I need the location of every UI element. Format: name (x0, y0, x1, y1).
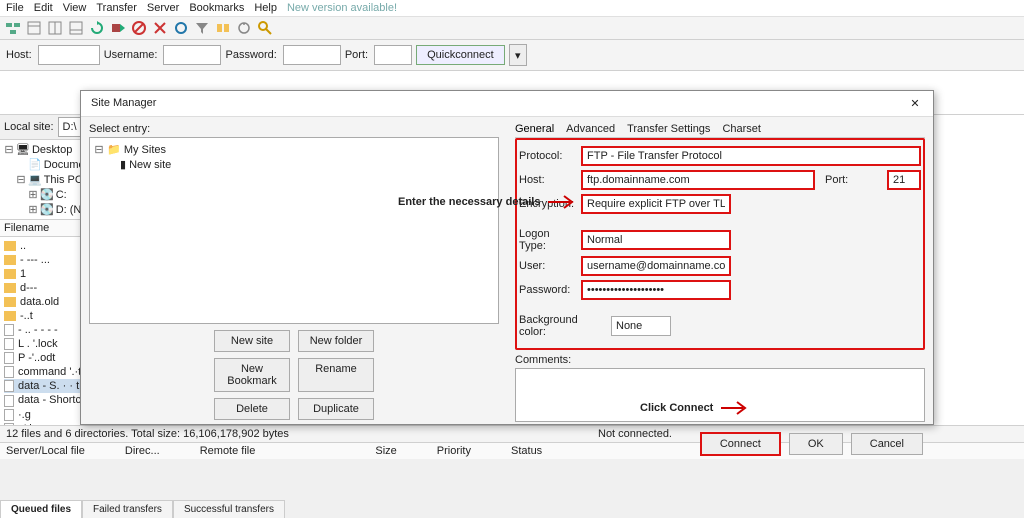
toggle-log-icon[interactable] (25, 19, 43, 37)
host-input[interactable] (38, 45, 100, 65)
sm-password-input[interactable] (581, 280, 731, 300)
host-label: Host: (6, 49, 32, 61)
cancel-icon[interactable] (130, 19, 148, 37)
general-form: Protocol: Host: Port: Encryption: Logon … (515, 138, 925, 350)
disconnect-icon[interactable] (151, 19, 169, 37)
settings-tabs: General Advanced Transfer Settings Chars… (515, 121, 925, 138)
search-icon[interactable] (256, 19, 274, 37)
reconnect-icon[interactable] (172, 19, 190, 37)
sync-icon[interactable] (235, 19, 253, 37)
menu-transfer[interactable]: Transfer (96, 2, 137, 14)
tree-thispc[interactable]: This PC (44, 174, 83, 186)
new-folder-button[interactable]: New folder (298, 330, 374, 352)
ok-button[interactable]: OK (789, 433, 843, 455)
bottom-tabs: Queued files Failed transfers Successful… (0, 500, 285, 518)
menubar: File Edit View Transfer Server Bookmarks… (0, 0, 1024, 17)
compare-icon[interactable] (214, 19, 232, 37)
annotation-enter-details: Enter the necessary details (398, 194, 576, 210)
tree-desktop[interactable]: Desktop (32, 144, 72, 156)
logon-type-label: Logon Type: (519, 228, 577, 252)
menu-server[interactable]: Server (147, 2, 179, 14)
comments-label: Comments: (515, 354, 925, 366)
password-label: Password: (225, 49, 276, 61)
sm-user-label: User: (519, 260, 577, 272)
tab-advanced[interactable]: Advanced (566, 123, 615, 135)
new-site-entry[interactable]: New site (129, 159, 171, 171)
menu-bookmarks[interactable]: Bookmarks (189, 2, 244, 14)
sm-host-label: Host: (519, 174, 577, 186)
sm-password-label: Password: (519, 284, 577, 296)
cancel-button[interactable]: Cancel (851, 433, 923, 455)
quickconnect-button[interactable]: Quickconnect (416, 45, 505, 65)
tree-c-drive[interactable]: C: (56, 189, 67, 201)
protocol-select[interactable] (581, 146, 921, 166)
tab-general[interactable]: General (515, 123, 554, 135)
new-version-notice[interactable]: New version available! (287, 2, 397, 14)
sm-user-input[interactable] (581, 256, 731, 276)
port-input[interactable] (374, 45, 412, 65)
encryption-select[interactable] (581, 194, 731, 214)
delete-button[interactable]: Delete (214, 398, 290, 420)
local-site-label: Local site: (4, 121, 54, 133)
bgcolor-select[interactable]: None (611, 316, 671, 336)
site-manager-dialog: Site Manager ✕ Select entry: ⊟ 📁 My Site… (80, 90, 934, 425)
toggle-queue-icon[interactable] (67, 19, 85, 37)
process-queue-icon[interactable] (109, 19, 127, 37)
sm-port-input[interactable] (887, 170, 921, 190)
annotation-click-connect: Click Connect (640, 400, 749, 416)
toggle-tree-icon[interactable] (46, 19, 64, 37)
username-input[interactable] (163, 45, 221, 65)
select-entry-label: Select entry: (89, 123, 499, 135)
rename-button[interactable]: Rename (298, 358, 374, 392)
sm-host-input[interactable] (581, 170, 815, 190)
sitemanager-icon[interactable] (4, 19, 22, 37)
dialog-title: Site Manager (91, 97, 156, 110)
refresh-icon[interactable] (88, 19, 106, 37)
logon-type-select[interactable] (581, 230, 731, 250)
menu-file[interactable]: File (6, 2, 24, 14)
new-site-button[interactable]: New site (214, 330, 290, 352)
tab-queued[interactable]: Queued files (0, 500, 82, 518)
password-input[interactable] (283, 45, 341, 65)
quickconnect-dropdown-icon[interactable]: ▾ (509, 44, 527, 66)
username-label: Username: (104, 49, 158, 61)
tab-charset[interactable]: Charset (722, 123, 761, 135)
filter-icon[interactable] (193, 19, 211, 37)
connect-button[interactable]: Connect (700, 432, 781, 456)
sm-port-label: Port: (825, 174, 883, 186)
quickconnect-bar: Host: Username: Password: Port: Quickcon… (0, 40, 1024, 71)
tab-successful[interactable]: Successful transfers (173, 500, 285, 518)
tab-failed[interactable]: Failed transfers (82, 500, 173, 518)
menu-edit[interactable]: Edit (34, 2, 53, 14)
bgcolor-label: Background color: (519, 314, 607, 338)
duplicate-button[interactable]: Duplicate (298, 398, 374, 420)
close-icon[interactable]: ✕ (907, 97, 923, 110)
menu-view[interactable]: View (63, 2, 87, 14)
protocol-label: Protocol: (519, 150, 577, 162)
port-label: Port: (345, 49, 368, 61)
new-bookmark-button[interactable]: New Bookmark (214, 358, 290, 392)
tab-transfer-settings[interactable]: Transfer Settings (627, 123, 710, 135)
menu-help[interactable]: Help (254, 2, 277, 14)
my-sites-folder[interactable]: My Sites (124, 144, 166, 156)
site-tree[interactable]: ⊟ 📁 My Sites ▮ New site (89, 137, 499, 324)
toolbar (0, 17, 1024, 40)
